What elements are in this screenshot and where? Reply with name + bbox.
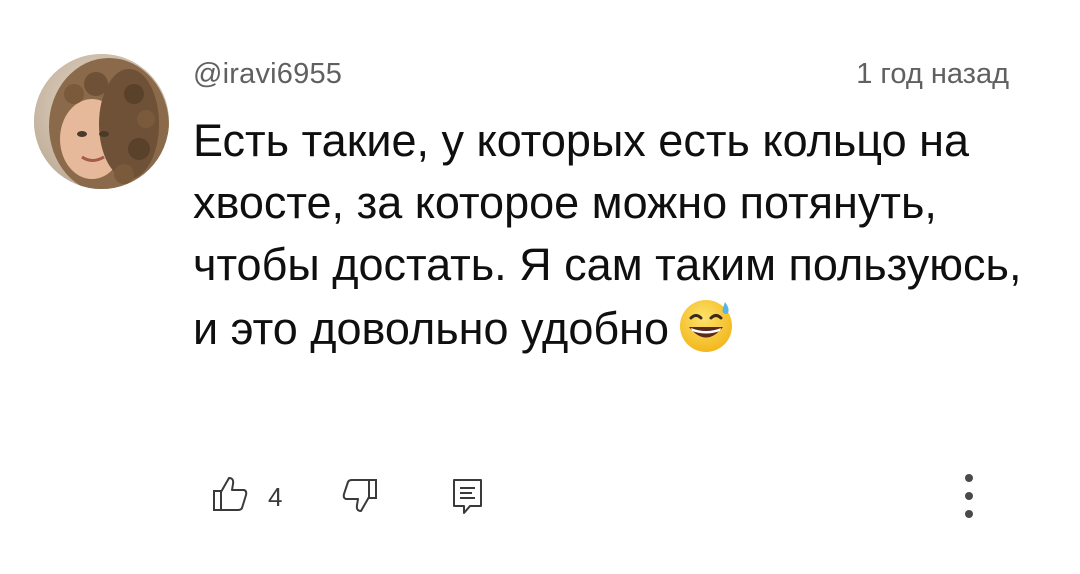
like-button[interactable] bbox=[210, 474, 250, 519]
comment-text-container: Есть такие, у которых есть кольцо на хво… bbox=[193, 110, 1033, 370]
more-vertical-icon bbox=[954, 474, 984, 530]
more-options-button[interactable] bbox=[954, 470, 984, 526]
reply-comment-icon bbox=[450, 479, 486, 520]
like-count: 4 bbox=[268, 482, 283, 512]
grinning-face-with-sweat-icon bbox=[677, 296, 735, 370]
comment-item: @iravi6955 1 год назад Есть такие, у кот… bbox=[0, 0, 1080, 574]
comment-timestamp: 1 год назад bbox=[856, 58, 1009, 90]
reply-button[interactable] bbox=[450, 476, 486, 521]
comment-text: Есть такие, у которых есть кольцо на хво… bbox=[193, 115, 1022, 354]
dislike-button[interactable] bbox=[340, 476, 380, 521]
avatar[interactable] bbox=[34, 54, 169, 189]
thumbs-up-icon bbox=[210, 477, 250, 518]
comment-author[interactable]: @iravi6955 bbox=[193, 58, 342, 91]
thumbs-down-icon bbox=[340, 479, 380, 520]
